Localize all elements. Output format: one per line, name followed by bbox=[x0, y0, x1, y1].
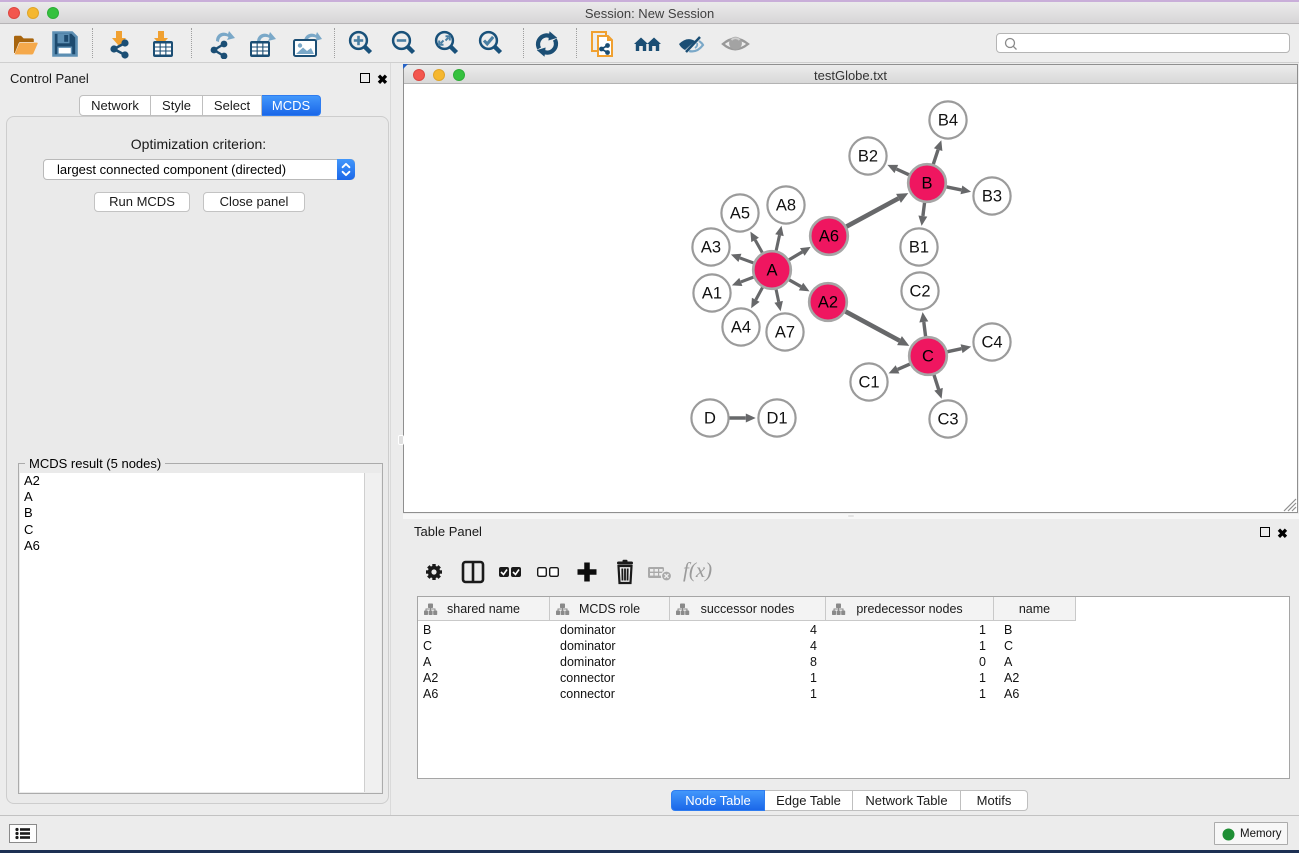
svg-text:C1: C1 bbox=[858, 374, 879, 392]
svg-text:A3: A3 bbox=[701, 239, 721, 257]
svg-text:A7: A7 bbox=[775, 324, 795, 342]
svg-text:B4: B4 bbox=[938, 112, 958, 130]
svg-text:C2: C2 bbox=[909, 283, 930, 301]
svg-text:A8: A8 bbox=[776, 197, 796, 215]
svg-text:B3: B3 bbox=[982, 188, 1002, 206]
svg-text:A1: A1 bbox=[702, 285, 722, 303]
svg-text:C: C bbox=[922, 348, 934, 366]
svg-text:A5: A5 bbox=[730, 205, 750, 223]
svg-text:A: A bbox=[766, 262, 777, 280]
svg-text:B1: B1 bbox=[909, 239, 929, 257]
svg-text:A2: A2 bbox=[818, 294, 838, 312]
svg-text:D1: D1 bbox=[766, 410, 787, 428]
svg-text:A6: A6 bbox=[819, 228, 839, 246]
svg-text:B2: B2 bbox=[858, 148, 878, 166]
svg-text:C4: C4 bbox=[981, 334, 1002, 352]
svg-text:C3: C3 bbox=[937, 411, 958, 429]
svg-text:A4: A4 bbox=[731, 319, 751, 337]
svg-text:B: B bbox=[921, 175, 932, 193]
svg-text:D: D bbox=[704, 410, 716, 428]
